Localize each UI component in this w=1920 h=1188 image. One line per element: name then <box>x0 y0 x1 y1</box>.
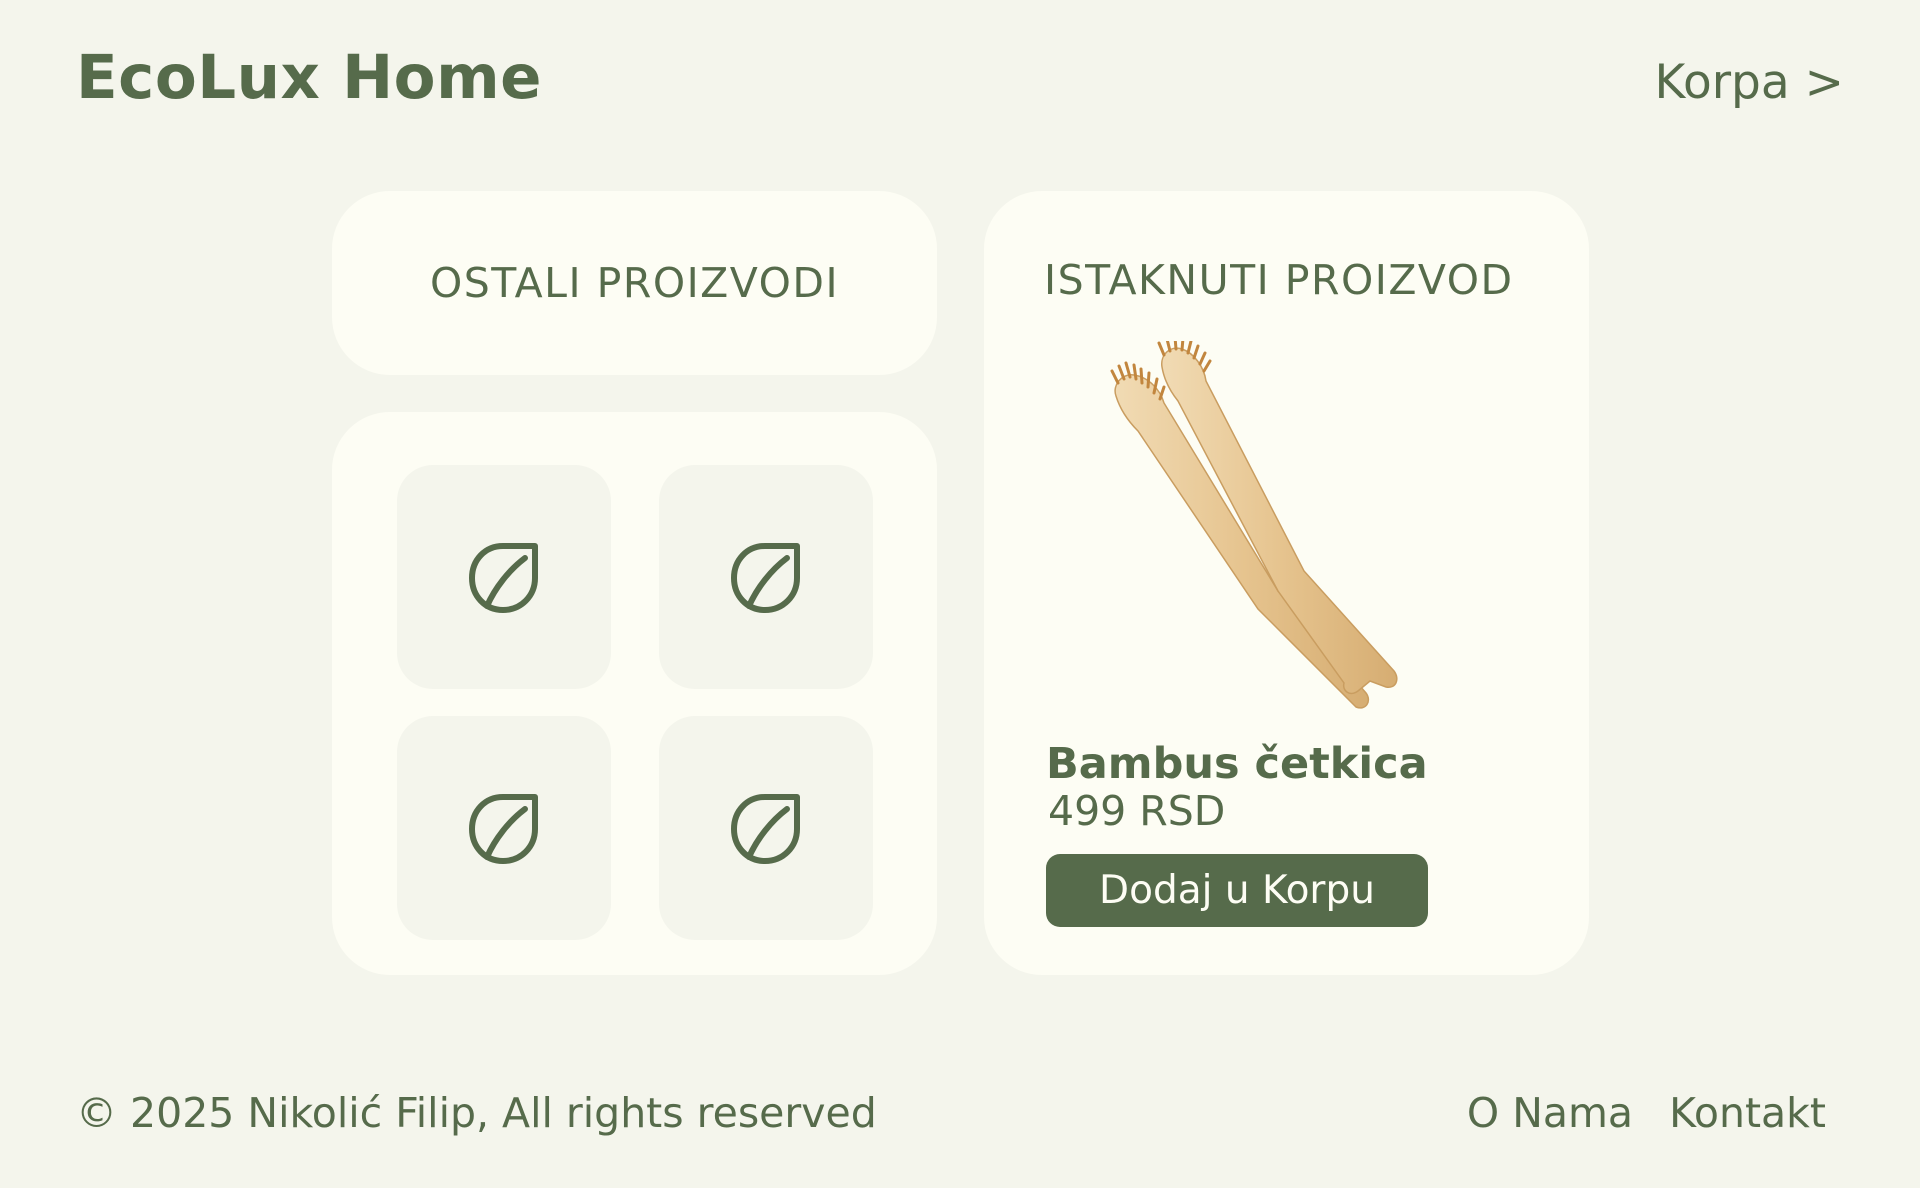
leaf-icon <box>469 543 538 613</box>
product-tile[interactable] <box>397 465 611 689</box>
add-to-cart-button[interactable]: Dodaj u Korpu <box>1046 854 1428 927</box>
featured-product-card: ISTAKNUTI PROIZVOD Bambus četkica 499 RS… <box>984 191 1589 975</box>
leaf-icon <box>731 794 800 864</box>
product-tile[interactable] <box>659 716 873 940</box>
bamboo-toothbrush-image[interactable] <box>1108 341 1468 731</box>
leaf-icon <box>731 543 800 613</box>
product-price: 499 RSD <box>1048 787 1226 835</box>
other-products-header: OSTALI PROIZVODI <box>332 191 937 375</box>
product-tile[interactable] <box>397 716 611 940</box>
footer-nav: O Nama Kontakt <box>1467 1086 1826 1140</box>
featured-product-title: ISTAKNUTI PROIZVOD <box>1044 256 1514 304</box>
cart-link[interactable]: Korpa > <box>1654 50 1844 116</box>
brand-logo[interactable]: EcoLux Home <box>76 36 542 120</box>
other-products-grid <box>332 412 937 975</box>
footer-link-contact[interactable]: Kontakt <box>1669 1086 1826 1140</box>
other-products-title: OSTALI PROIZVODI <box>429 259 840 307</box>
product-tile[interactable] <box>659 465 873 689</box>
footer-link-about[interactable]: O Nama <box>1467 1086 1633 1140</box>
leaf-icon <box>469 794 538 864</box>
copyright-text: © 2025 Nikolić Filip, All rights reserve… <box>76 1089 877 1137</box>
